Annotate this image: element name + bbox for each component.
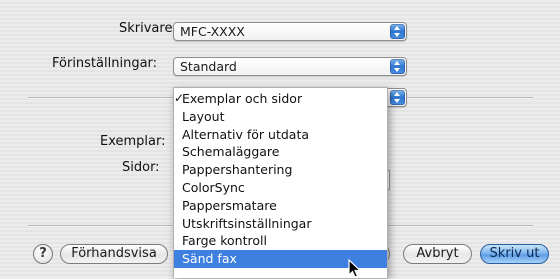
popup-arrows-icon [390, 90, 405, 105]
menu-item-paper-feed[interactable]: Pappersmatare [174, 197, 387, 215]
cancel-button[interactable]: Avbryt [403, 244, 472, 264]
panel-menu[interactable]: Exemplar och sidor Layout Alternativ för… [173, 87, 388, 278]
popup-arrows-icon [390, 24, 405, 39]
popup-arrows-icon [390, 59, 405, 74]
menu-item-scheduler[interactable]: Schemaläggare [174, 143, 387, 161]
presets-label: Förinställningar: [52, 56, 158, 71]
menu-item-output-options[interactable]: Alternativ för utdata [174, 126, 387, 144]
menu-item-print-settings[interactable]: Utskriftsinställningar [174, 215, 387, 233]
printer-label: Skrivare: [119, 21, 177, 36]
mouse-pointer-icon [348, 259, 362, 278]
menu-item-paper-handling[interactable]: Pappershantering [174, 161, 387, 179]
presets-popup[interactable]: Standard [173, 57, 407, 76]
pages-label: Sidor: [122, 160, 160, 175]
menu-item-colorsync[interactable]: ColorSync [174, 179, 387, 197]
help-button[interactable]: ? [33, 244, 53, 264]
printer-popup[interactable]: MFC-XXXX [173, 22, 407, 41]
printer-value: MFC-XXXX [180, 24, 245, 39]
menu-item-layout[interactable]: Layout [174, 108, 387, 126]
menu-item-color-control[interactable]: Farge kontroll [174, 232, 387, 250]
presets-value: Standard [180, 59, 237, 74]
preview-button[interactable]: Förhandsvisa [60, 244, 168, 264]
menu-item-copies-pages[interactable]: Exemplar och sidor [174, 90, 387, 108]
print-button[interactable]: Skriv ut [480, 244, 549, 264]
copies-label: Exemplar: [100, 134, 166, 149]
